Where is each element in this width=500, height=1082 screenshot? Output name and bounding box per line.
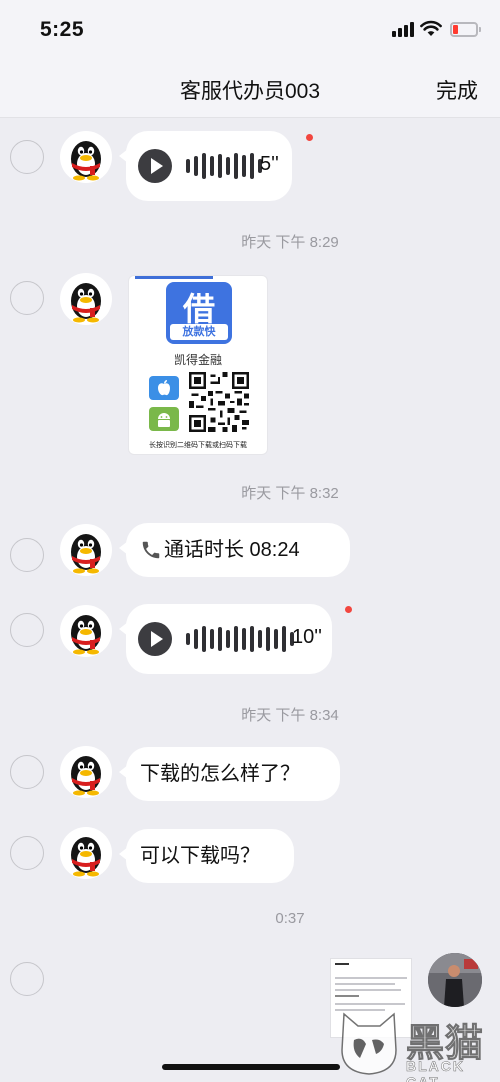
penguin-avatar-icon	[71, 756, 101, 796]
penguin-avatar-icon	[71, 615, 101, 655]
home-indicator[interactable]	[162, 1064, 340, 1070]
avatar[interactable]	[60, 273, 112, 325]
call-record-bubble[interactable]: 通话时长 08:24	[119, 523, 350, 577]
play-icon[interactable]	[138, 149, 172, 183]
timestamp: 0:37	[275, 910, 305, 927]
watermark: 黑猫 BLACK CAT	[334, 1008, 500, 1082]
message-text: 下载的怎么样了？	[140, 763, 300, 785]
voice-duration: 5''	[260, 153, 279, 175]
chat-title: 客服代办员003	[179, 80, 321, 103]
select-circle[interactable]	[10, 962, 44, 996]
penguin-avatar-icon	[71, 141, 101, 181]
text-message-bubble[interactable]: 可以下载吗？	[119, 829, 294, 883]
penguin-avatar-icon	[71, 837, 101, 877]
avatar[interactable]	[60, 827, 112, 879]
voice-waveform	[186, 626, 294, 652]
image-top-strip	[135, 276, 213, 279]
nav-bar: 客服代办员003 完成	[0, 62, 500, 118]
voice-duration: 10''	[292, 626, 322, 648]
select-circle[interactable]	[10, 538, 44, 572]
voice-message-bubble[interactable]: 10''	[119, 604, 332, 674]
app-brand-name: 凯得金融	[173, 353, 222, 367]
app-logo-subtitle: 放款快	[170, 324, 228, 340]
image-caption: 长按识别二维码下载或扫码下载	[149, 442, 247, 449]
cellular-signal-icon	[392, 21, 416, 37]
phone-icon	[142, 541, 160, 559]
call-duration-text: 通话时长 08:24	[164, 539, 300, 561]
android-icon	[149, 407, 179, 431]
timestamp: 昨天 下午 8:34	[241, 707, 339, 724]
avatar[interactable]	[60, 605, 112, 657]
avatar[interactable]	[60, 524, 112, 576]
app-logo: 借 放款快	[166, 282, 232, 344]
penguin-avatar-icon	[71, 283, 101, 323]
status-time: 5:25	[40, 18, 85, 41]
unread-dot	[345, 606, 352, 613]
text-message-bubble[interactable]: 下载的怎么样了？	[119, 747, 340, 801]
avatar[interactable]	[60, 746, 112, 798]
apple-icon	[149, 376, 179, 400]
unread-dot	[306, 134, 313, 141]
battery-icon	[450, 22, 481, 37]
timestamp: 昨天 下午 8:32	[241, 485, 339, 502]
penguin-avatar-icon	[71, 534, 101, 574]
my-avatar[interactable]	[428, 953, 482, 1007]
status-bar: 5:25	[0, 0, 500, 62]
select-circle[interactable]	[10, 613, 44, 647]
user-photo-icon	[428, 953, 482, 1007]
image-message[interactable]: 借 放款快 凯得金融 长按识别二维码下载或扫码下载	[128, 275, 268, 455]
play-icon[interactable]	[138, 622, 172, 656]
watermark-en: BLACK CAT	[406, 1058, 465, 1082]
avatar[interactable]	[60, 131, 112, 183]
select-circle[interactable]	[10, 836, 44, 870]
select-circle[interactable]	[10, 281, 44, 315]
qr-code-icon	[189, 372, 249, 432]
black-cat-logo-icon	[341, 1012, 397, 1075]
timestamp: 昨天 下午 8:29	[241, 234, 339, 251]
wifi-icon	[420, 20, 442, 36]
select-circle[interactable]	[10, 140, 44, 174]
voice-message-bubble[interactable]: 5''	[119, 131, 292, 201]
message-text: 可以下载吗？	[140, 845, 260, 867]
voice-waveform	[186, 153, 262, 179]
select-circle[interactable]	[10, 755, 44, 789]
done-button[interactable]: 完成	[436, 75, 478, 105]
